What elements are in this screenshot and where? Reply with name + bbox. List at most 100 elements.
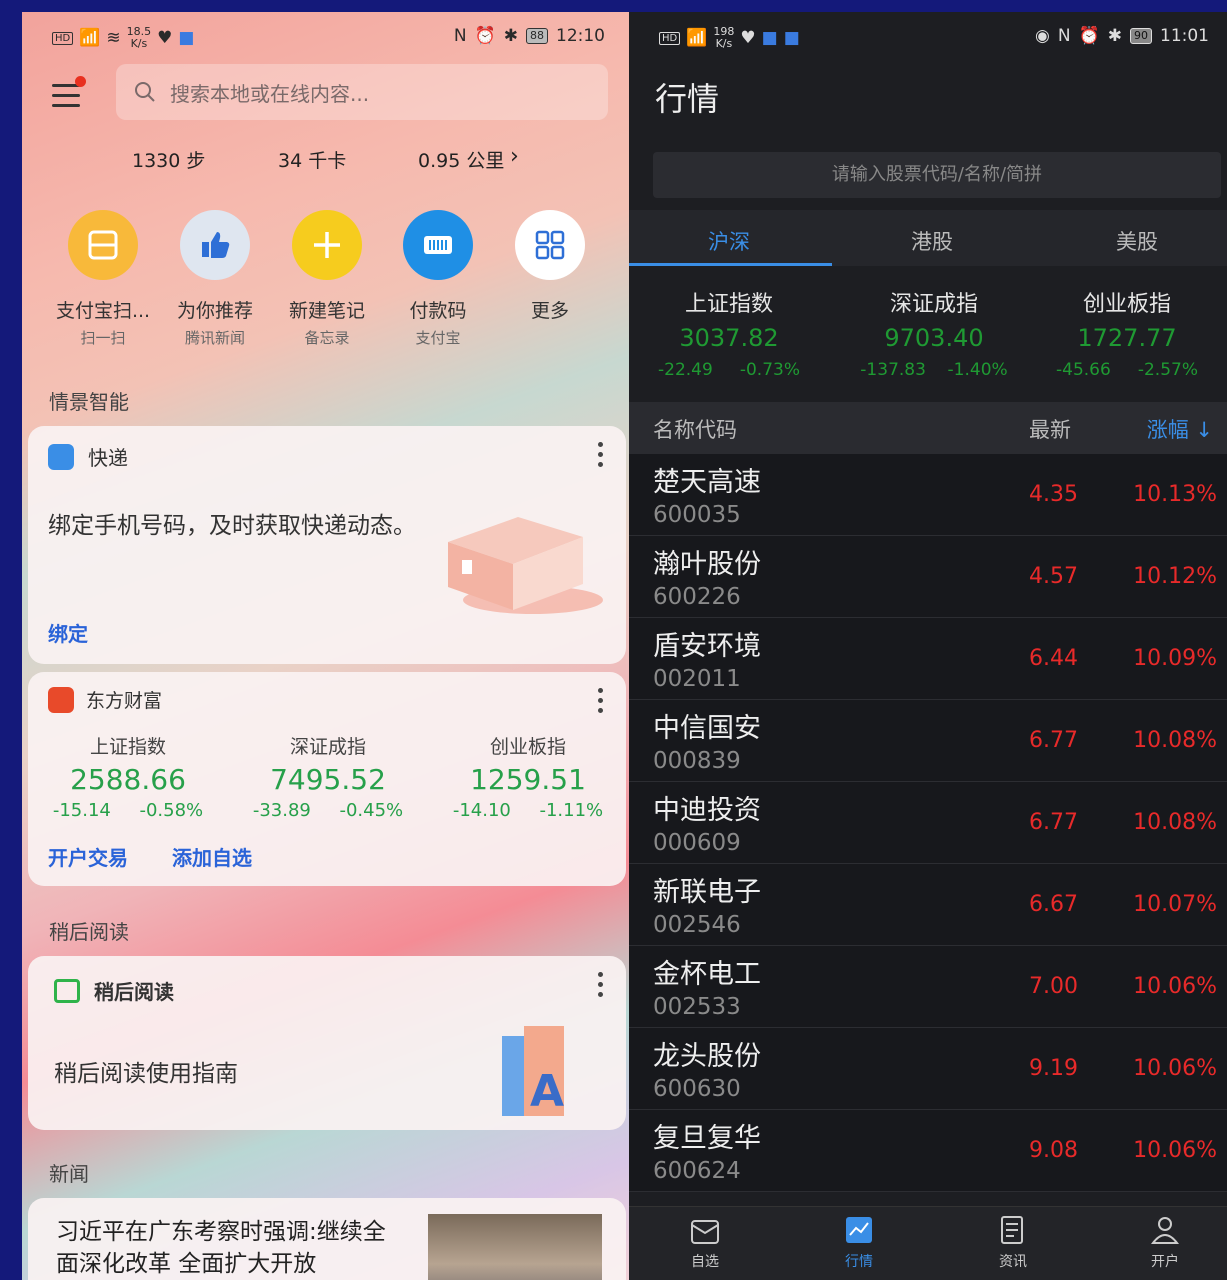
tab-us[interactable]: 美股 [1037,226,1227,256]
book-icon [54,978,80,1003]
table-row[interactable]: 楚天高速 600035 4.35 10.13% [629,454,1227,536]
app-notification-icon: ■ [783,28,800,48]
nav-watchlist[interactable]: 自选 [655,1213,755,1271]
table-header: 名称代码 最新 涨幅 ↓ [629,402,1227,454]
app-notification-icon: ■ [178,28,195,48]
index-summary: 上证指数 3037.82 -22.49 -0.73% 深证成指 9703.40 … [629,266,1227,400]
news-thumbnail [428,1214,602,1280]
net-speed: 18.5 K/s [126,25,152,50]
express-card[interactable]: 快递 绑定手机号码，及时获取快递动态。 绑定 [28,426,626,664]
delivery-truck-icon [48,443,74,470]
steps-count: 1330 步 [132,150,206,172]
thumbs-up-icon [180,210,250,280]
health-icon: ♥ [157,28,173,48]
quick-action-recommend[interactable]: 为你推荐 腾讯新闻 [160,210,270,348]
read-later-card[interactable]: 稍后阅读 稍后阅读使用指南 A [28,956,626,1130]
add-watchlist-link[interactable]: 添加自选 [172,842,252,871]
quick-action-alipay-scan[interactable]: 支付宝扫... 扫一扫 [48,210,158,348]
table-row[interactable]: 盾安环境 002011 6.44 10.09% [629,618,1227,700]
right-phone-screen: HD 📶 198 K/s ♥ ■ ■ ◉ N ⏰ ✱ 90 11:01 行情 请… [629,12,1227,1280]
news-card[interactable]: 习近平在广东考察时强调:继续全面深化改革 全面扩大开放 [28,1198,626,1280]
distance-count: 0.95 公里 [418,150,505,172]
eastmoney-title: 东方财富 [86,690,163,712]
alarm-icon: ⏰ [474,26,496,46]
quick-action-new-note[interactable]: 新建笔记 备忘录 [272,210,382,348]
nav-market[interactable]: 行情 [809,1213,909,1271]
quick-action-payment-code[interactable]: 付款码 支付宝 [383,210,493,348]
index-chinext[interactable]: 创业板指 1727.77 -45.66 -2.57% [1027,286,1227,380]
health-stats[interactable]: 1330 步 34 千卡 0.95 公里 › [22,144,629,176]
read-later-guide: 稍后阅读使用指南 [54,1061,238,1087]
news-headline: 习近平在广东考察时强调:继续全面深化改革 全面扩大开放 [56,1219,386,1277]
nfc-icon: N [453,26,467,46]
search-placeholder: 搜索本地或在线内容... [170,81,370,106]
index-shenzhen[interactable]: 深证成指 9703.40 -137.83 -1.40% [834,286,1034,380]
bluetooth-icon: ✱ [1107,26,1122,46]
column-latest[interactable]: 最新 [1029,414,1071,444]
scan-icon [68,210,138,280]
barcode-icon [403,210,473,280]
table-row[interactable]: 中信国安 000839 6.77 10.08% [629,700,1227,782]
quick-action-more[interactable]: 更多 [495,210,605,323]
tab-shanghai-shenzhen[interactable]: 沪深 [629,226,829,256]
net-speed: 198 K/s [713,25,735,50]
search-input[interactable]: 搜索本地或在线内容... [116,64,608,120]
read-later-title: 稍后阅读 [94,980,174,1004]
table-row[interactable]: 龙头股份 600630 9.19 10.06% [629,1028,1227,1110]
table-row[interactable]: 中迪投资 000609 6.77 10.08% [629,782,1227,864]
more-options-icon[interactable] [598,688,604,718]
open-account-link[interactable]: 开户交易 [48,842,128,871]
grid-icon [515,210,585,280]
alarm-icon: ⏰ [1078,26,1100,46]
index-chinext[interactable]: 创业板指 1259.51 -14.10 -1.11% [428,732,628,821]
calories-count: 34 千卡 [278,150,347,172]
index-shanghai[interactable]: 上证指数 2588.66 -15.14 -0.58% [28,732,228,821]
stock-list: 楚天高速 600035 4.35 10.13% 瀚叶股份 600226 4.57… [629,454,1227,1192]
hd-icon: HD [52,31,74,45]
battery-icon: 88 [526,28,548,44]
chart-icon [846,1217,872,1243]
book-illustration-icon: A [502,1026,564,1117]
app-notification-icon: ■ [761,28,778,48]
eastmoney-card[interactable]: 东方财富 上证指数 2588.66 -15.14 -0.58% 深证成指 749… [28,672,626,886]
hd-icon: HD [659,31,681,45]
chevron-right-icon: › [510,144,519,169]
column-change-sorted[interactable]: 涨幅 ↓ [1147,414,1213,444]
plus-icon [292,210,362,280]
package-box-icon [448,517,603,614]
column-name-code[interactable]: 名称代码 [653,414,737,444]
index-shanghai[interactable]: 上证指数 3037.82 -22.49 -0.73% [629,286,829,380]
index-shenzhen[interactable]: 深证成指 7495.52 -33.89 -0.45% [228,732,428,821]
express-text: 绑定手机号码，及时获取快递动态。 [48,513,416,539]
table-row[interactable]: 瀚叶股份 600226 4.57 10.12% [629,536,1227,618]
more-options-icon[interactable] [598,442,604,472]
battery-icon: 90 [1130,28,1152,44]
bottom-navigation: 自选 行情 资讯 开户 [629,1206,1227,1280]
bind-link[interactable]: 绑定 [48,618,88,647]
section-title-later: 稍后阅读 [49,920,129,944]
nav-open-account[interactable]: 开户 [1115,1213,1215,1271]
tab-hong-kong[interactable]: 港股 [832,226,1032,256]
nfc-icon: N [1057,26,1071,46]
section-title-scene: 情景智能 [49,390,129,414]
table-row[interactable]: 新联电子 002546 6.67 10.07% [629,864,1227,946]
wifi-icon: ≋ [106,28,121,48]
watchlist-icon [691,1220,719,1244]
signal-icon: 📶 [79,28,101,48]
clock: 11:01 [1160,26,1209,46]
screenshot-root: HD 📶 ≋ 18.5 K/s ♥ ■ N ⏰ ✱ 88 12:10 搜索本地或… [0,0,1227,1280]
status-bar: HD 📶 198 K/s ♥ ■ ■ ◉ N ⏰ ✱ 90 11:01 [629,24,1227,56]
express-title: 快递 [88,446,128,470]
user-icon [1150,1217,1180,1244]
search-icon [135,82,155,102]
clock: 12:10 [556,26,605,46]
page-title: 行情 [655,80,720,118]
table-row[interactable]: 金杯电工 002533 7.00 10.06% [629,946,1227,1028]
notification-dot [75,76,86,87]
table-row[interactable]: 复旦复华 600624 9.08 10.06% [629,1110,1227,1192]
more-options-icon[interactable] [598,972,604,1002]
stock-search-input[interactable]: 请输入股票代码/名称/简拼 [653,152,1221,198]
menu-button[interactable] [52,76,86,112]
nav-news[interactable]: 资讯 [963,1213,1063,1271]
eye-icon: ◉ [1035,26,1050,46]
